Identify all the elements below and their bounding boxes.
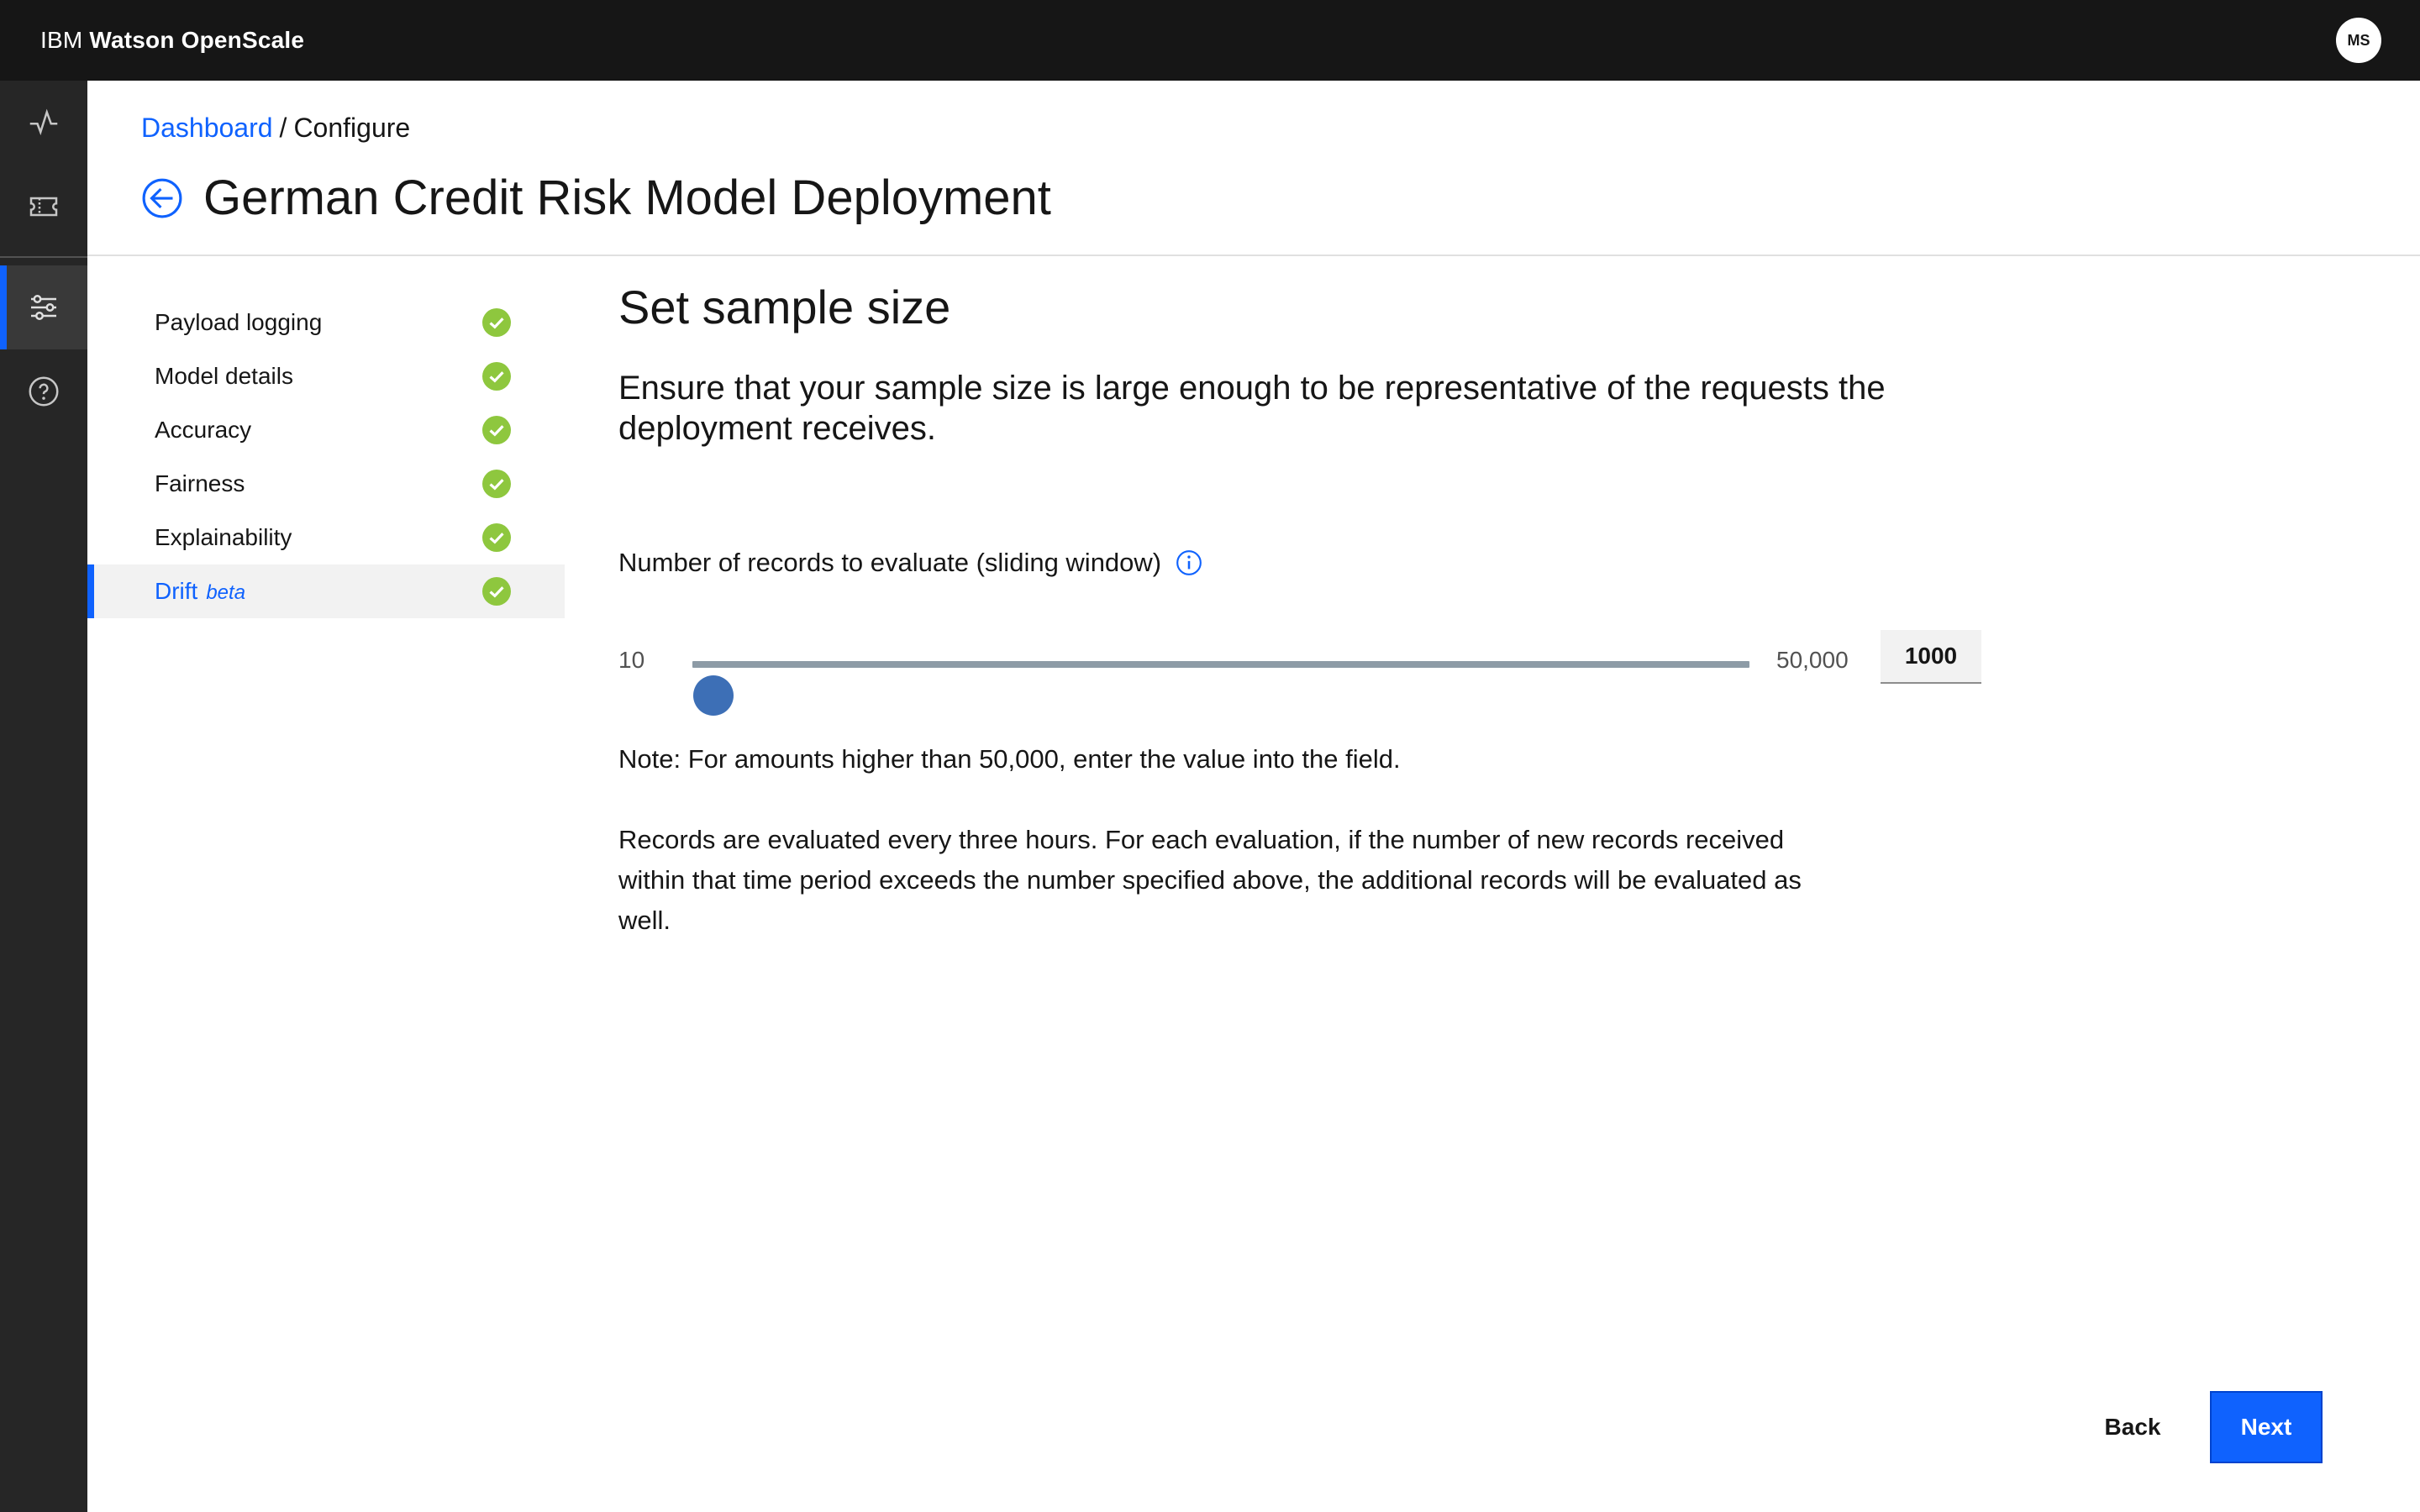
slider-track[interactable]: [692, 661, 1749, 716]
step-explainability[interactable]: Explainability: [87, 511, 565, 564]
rail-separator: [0, 256, 87, 258]
step-payload-logging[interactable]: Payload logging: [87, 296, 565, 349]
checkmark-icon: [482, 416, 511, 444]
sample-size-slider: 10 50,000: [618, 630, 2047, 716]
left-rail: [0, 81, 87, 1512]
help-icon: [29, 376, 59, 407]
checkmark-icon: [482, 523, 511, 552]
beta-badge: beta: [206, 581, 246, 604]
checkmark-icon: [482, 308, 511, 337]
slider-max-label: 50,000: [1776, 647, 1849, 673]
rail-item-help[interactable]: [0, 349, 87, 433]
step-label: Fairness: [155, 470, 245, 496]
info-icon[interactable]: [1175, 549, 1203, 577]
next-button[interactable]: Next: [2210, 1391, 2323, 1463]
step-label: Payload logging: [155, 309, 323, 335]
activity-icon: [29, 108, 58, 136]
step-model-details[interactable]: Model details: [87, 349, 565, 403]
ticket-icon: [29, 197, 58, 217]
field-label-text: Number of records to evaluate (sliding w…: [618, 548, 1162, 577]
slider-min-label: 10: [618, 647, 645, 673]
records-description: Records are evaluated every three hours.…: [618, 825, 1802, 935]
settings-adjust-icon: [31, 295, 56, 320]
page-title: German Credit Risk Model Deployment: [203, 171, 1051, 225]
sample-size-input[interactable]: [1881, 630, 1981, 684]
back-arrow-icon[interactable]: [141, 177, 183, 219]
brand-prefix: IBM: [40, 27, 83, 53]
step-drift-label: Drift: [155, 578, 198, 604]
step-label: Explainability: [155, 524, 292, 550]
breadcrumb-dashboard-link[interactable]: Dashboard: [141, 113, 273, 143]
app-title[interactable]: IBM Watson OpenScale: [40, 24, 304, 57]
breadcrumb: Dashboard / Configure: [141, 109, 410, 146]
slider-thumb[interactable]: [692, 675, 734, 716]
step-label: Model details: [155, 363, 293, 389]
header-divider: [87, 255, 2420, 256]
back-button[interactable]: Back: [2079, 1391, 2186, 1463]
checkmark-icon: [482, 470, 511, 498]
breadcrumb-current: Configure: [293, 113, 411, 143]
user-avatar[interactable]: MS: [2336, 18, 2381, 63]
top-bar: IBM Watson OpenScale MS: [0, 0, 2420, 81]
breadcrumb-separator: /: [279, 113, 287, 143]
brand-name: Watson OpenScale: [89, 27, 305, 53]
note-text: Note: For amounts higher than 50,000, en…: [618, 744, 1401, 774]
checkmark-icon: [482, 362, 511, 391]
rail-item-configure[interactable]: [0, 265, 87, 349]
checkmark-icon: [482, 577, 511, 606]
step-drift[interactable]: Drift beta: [87, 564, 565, 618]
rail-item-activity[interactable]: [0, 81, 87, 165]
field-label: Number of records to evaluate (sliding w…: [618, 546, 1203, 580]
configuration-steps: Payload logging Model details Accuracy F…: [87, 296, 565, 618]
section-title: Set sample size: [618, 281, 951, 333]
step-label: Accuracy: [155, 417, 252, 443]
step-label: Drift beta: [155, 578, 245, 605]
section-description: Ensure that your sample size is large en…: [618, 370, 1886, 447]
step-fairness[interactable]: Fairness: [87, 457, 565, 511]
step-accuracy[interactable]: Accuracy: [87, 403, 565, 457]
rail-item-ticket[interactable]: [0, 165, 87, 249]
page-header: German Credit Risk Model Deployment: [141, 168, 1051, 228]
